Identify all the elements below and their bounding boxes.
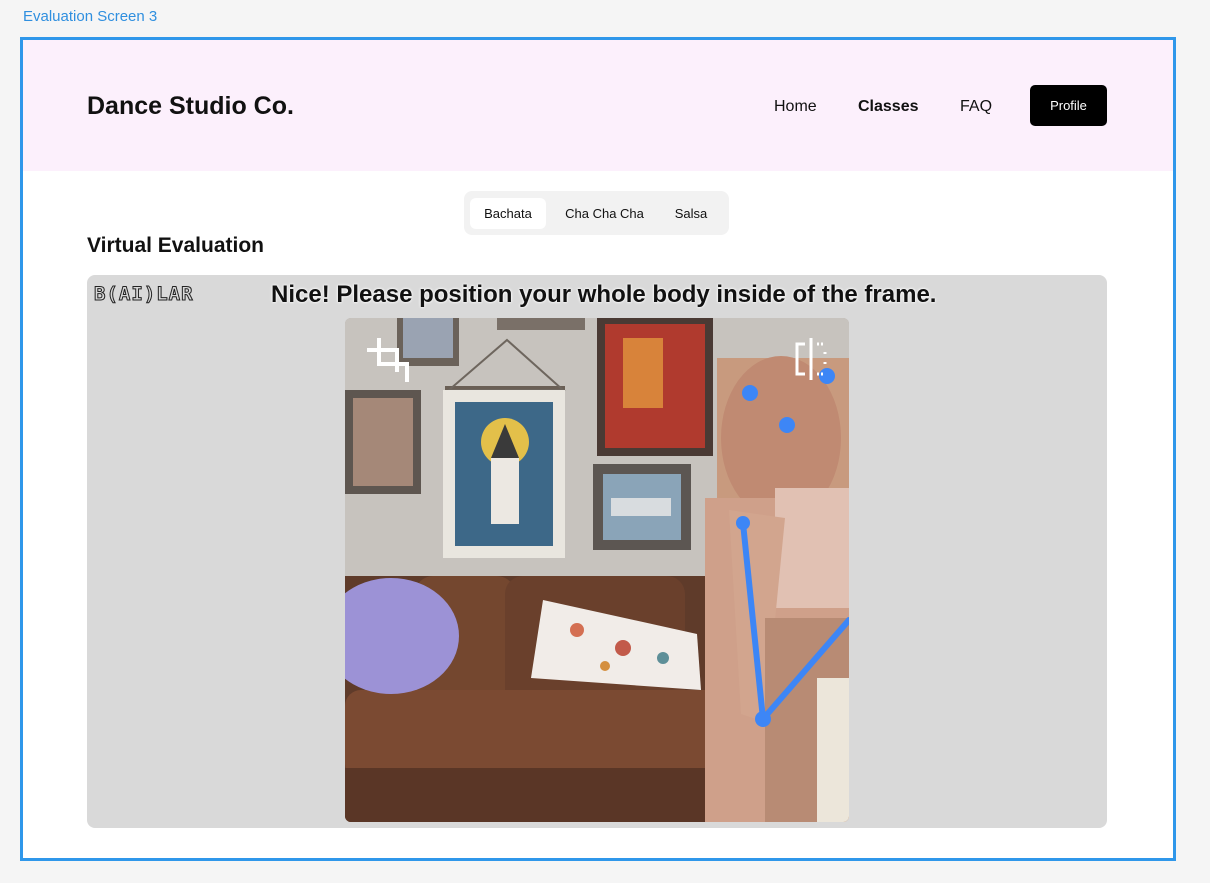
nav-classes[interactable]: Classes bbox=[858, 98, 919, 116]
tab-salsa[interactable]: Salsa bbox=[662, 198, 720, 229]
section-title: Virtual Evaluation bbox=[87, 234, 264, 257]
camera-scene bbox=[345, 318, 849, 822]
nav-home[interactable]: Home bbox=[774, 98, 817, 116]
pose-keypoint bbox=[742, 385, 758, 401]
bailar-logo: B(AI)LAR bbox=[94, 283, 194, 306]
frame-label: Evaluation Screen 3 bbox=[23, 8, 158, 25]
pose-keypoint bbox=[819, 368, 835, 384]
evaluation-panel: B(AI)LAR Nice! Please position your whol… bbox=[87, 275, 1107, 828]
camera-feed bbox=[345, 318, 849, 822]
dance-style-tabs: Bachata Cha Cha Cha Salsa bbox=[464, 191, 729, 235]
app-frame: Dance Studio Co. Home Classes FAQ Profil… bbox=[20, 37, 1176, 861]
pose-keypoint bbox=[736, 516, 750, 530]
pose-keypoint bbox=[755, 711, 771, 727]
header: Dance Studio Co. Home Classes FAQ Profil… bbox=[23, 40, 1173, 171]
profile-button[interactable]: Profile bbox=[1030, 85, 1107, 126]
brand-title: Dance Studio Co. bbox=[87, 92, 294, 120]
nav-faq[interactable]: FAQ bbox=[960, 98, 992, 116]
instruction-text: Nice! Please position your whole body in… bbox=[271, 281, 937, 308]
tab-bachata[interactable]: Bachata bbox=[470, 198, 546, 229]
tab-cha-cha-cha[interactable]: Cha Cha Cha bbox=[553, 198, 656, 229]
pose-keypoint bbox=[779, 417, 795, 433]
